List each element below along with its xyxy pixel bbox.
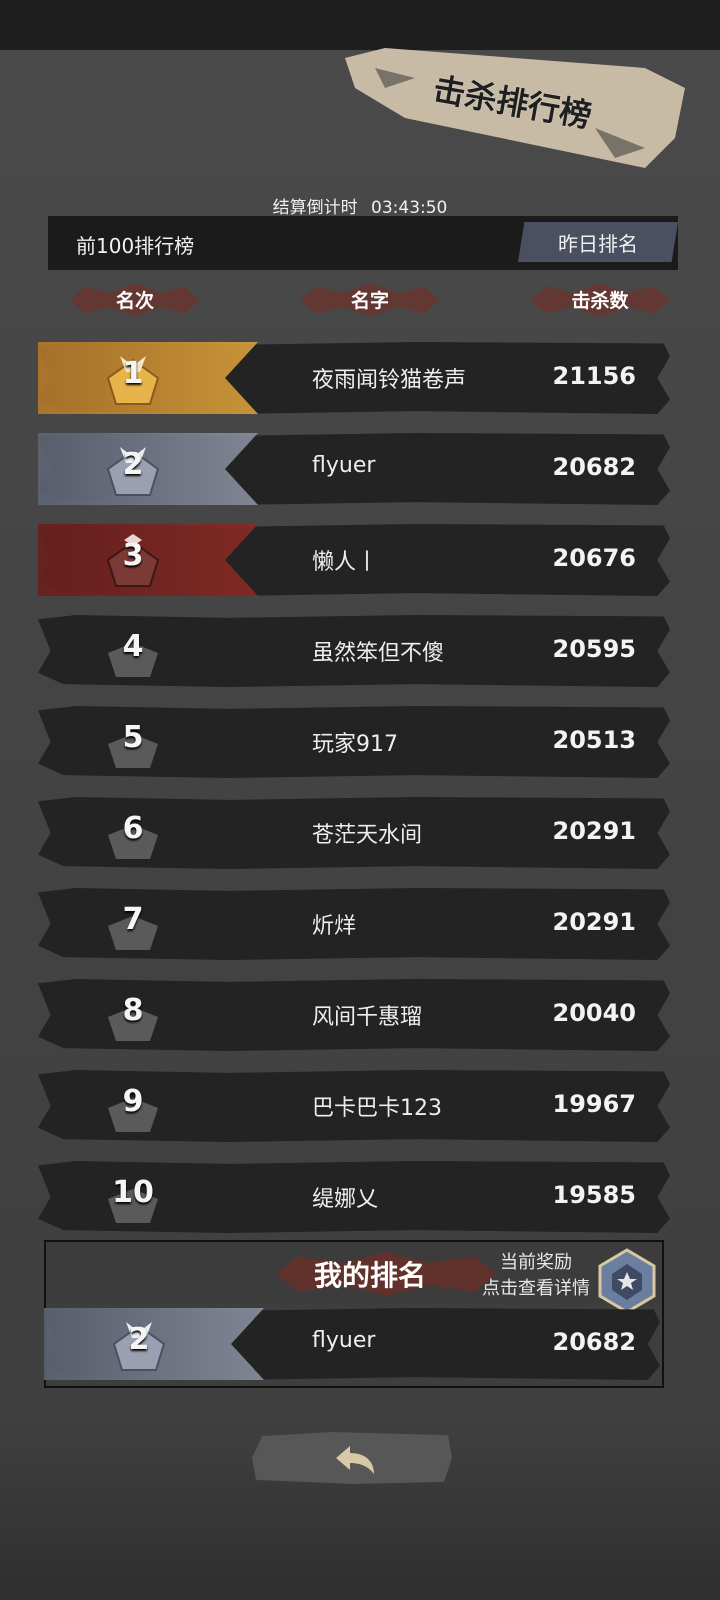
leaderboard-row[interactable]: 6 苍茫天水间 20291 <box>38 797 670 869</box>
leaderboard-row[interactable]: 2 flyuer 20682 <box>38 433 670 505</box>
kill-count: 20513 <box>552 726 637 754</box>
countdown-label: 结算倒计时 <box>272 198 358 218</box>
leaderboard-row[interactable]: 7 炘烊 20291 <box>38 888 670 960</box>
player-name: 苍茫天水间 <box>312 823 423 848</box>
current-reward-link[interactable]: 当前奖励 点击查看详情 <box>466 1250 606 1302</box>
player-name: 懒人丨 <box>312 550 379 575</box>
column-header-rank: 名次 <box>115 290 154 312</box>
leaderboard-row[interactable]: 5 玩家917 20513 <box>38 706 670 778</box>
leaderboard-row[interactable]: 4 虽然笨但不傻 20595 <box>38 615 670 687</box>
player-name: 虽然笨但不傻 <box>312 641 445 666</box>
reward-line-1: 当前奖励 <box>500 1252 572 1273</box>
column-header-name: 名字 <box>350 290 389 312</box>
countdown-time: 03:43:50 <box>371 198 448 218</box>
my-ranking-title: 我的排名 <box>313 1259 426 1292</box>
leaderboard-row[interactable]: 3 懒人丨 20676 <box>38 524 670 596</box>
player-name: 风间千惠瑠 <box>312 1005 423 1030</box>
leaderboard-row[interactable]: 9 巴卡巴卡123 19967 <box>38 1070 670 1142</box>
rank-number: 2 <box>128 1322 150 1357</box>
player-name: flyuer <box>312 1328 376 1353</box>
kill-count: 20682 <box>552 453 637 481</box>
my-ranking-row[interactable]: 2 flyuer 20682 <box>44 1308 660 1380</box>
back-arrow-icon <box>336 1446 374 1474</box>
player-name: 缇娜乂 <box>312 1187 379 1212</box>
player-name: 夜雨闻铃猫卷声 <box>312 368 467 393</box>
kill-count: 20682 <box>552 1328 637 1356</box>
player-name: 玩家917 <box>312 732 398 757</box>
rank-number: 1 <box>122 356 144 391</box>
rank-number: 7 <box>122 902 144 937</box>
top-bar <box>0 0 720 50</box>
rank-number: 4 <box>122 629 144 664</box>
settle-countdown: 结算倒计时 03:43:50 <box>0 193 720 218</box>
reward-line-2: 点击查看详情 <box>482 1278 590 1299</box>
reward-badge-icon[interactable] <box>592 1246 662 1316</box>
rank-number: 9 <box>122 1084 144 1119</box>
kill-count: 21156 <box>552 362 637 390</box>
player-name: flyuer <box>312 453 376 478</box>
kill-count: 20291 <box>552 908 637 936</box>
leaderboard-row[interactable]: 8 风间千惠瑠 20040 <box>38 979 670 1051</box>
rank-number: 10 <box>112 1175 154 1210</box>
player-name: 巴卡巴卡123 <box>312 1096 442 1121</box>
kill-count: 19967 <box>552 1090 637 1118</box>
rank-number: 6 <box>122 811 144 846</box>
kill-count: 20595 <box>552 635 637 663</box>
leaderboard-row[interactable]: 1 夜雨闻铃猫卷声 21156 <box>38 342 670 414</box>
top100-label: 前100排行榜 <box>76 234 195 258</box>
kill-count: 20040 <box>552 999 637 1027</box>
leaderboard-row[interactable]: 10 缇娜乂 19585 <box>38 1161 670 1233</box>
kill-count: 20291 <box>552 817 637 845</box>
rank-number: 3 <box>122 538 144 573</box>
column-header-kills: 击杀数 <box>571 290 629 312</box>
kill-count: 20676 <box>552 544 637 572</box>
player-name: 炘烊 <box>312 914 357 939</box>
rank-number: 8 <box>122 993 144 1028</box>
yesterday-ranking-button[interactable]: 昨日排名 <box>518 222 678 262</box>
rank-number: 5 <box>122 720 144 755</box>
kill-count: 19585 <box>552 1181 637 1209</box>
rank-number: 2 <box>122 447 144 482</box>
